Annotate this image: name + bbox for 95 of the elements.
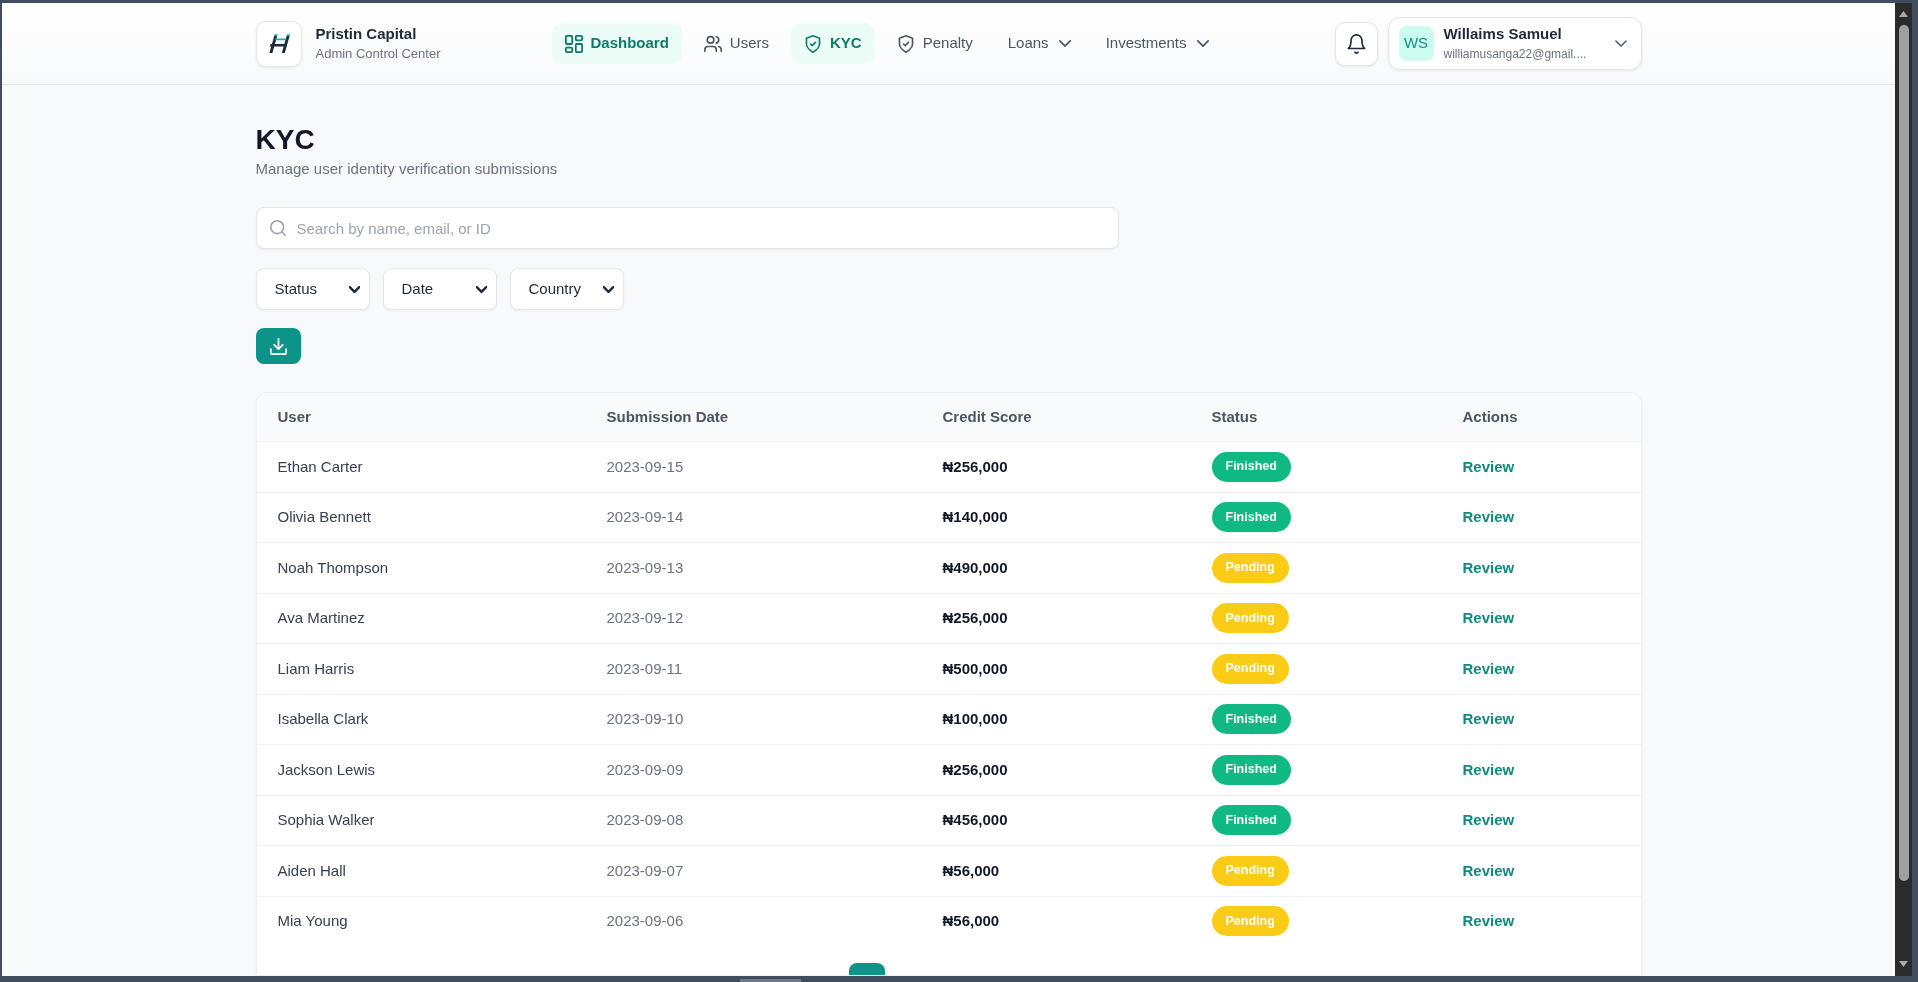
scroll-up-icon[interactable] [1899, 11, 1908, 17]
chevron-down-icon [602, 285, 614, 293]
grid-icon [564, 34, 583, 53]
submission-date: 2023-09-09 [605, 759, 685, 780]
review-link[interactable]: Review [1462, 859, 1515, 882]
brand-name: Pristin Capital [315, 24, 418, 43]
filter-dropdown[interactable]: Date [382, 268, 497, 310]
submission-date: 2023-09-08 [605, 810, 685, 830]
chevron-down-icon [475, 285, 487, 293]
submission-date: 2023-09-12 [605, 608, 685, 628]
review-link[interactable]: Review [1462, 607, 1515, 630]
user-menu[interactable]: WS Willaims Samuel williamusanga22@gmail.... [1387, 17, 1642, 70]
brand-tagline: Admin Control Center [315, 45, 441, 63]
submission-date: 2023-09-13 [605, 557, 685, 578]
user-name: Ava Martinez [276, 608, 366, 628]
filter-dropdown[interactable]: Country [509, 268, 624, 310]
user-name: Noah Thompson [276, 557, 390, 578]
review-link[interactable]: Review [1462, 910, 1515, 933]
chevron-down-icon [1196, 40, 1209, 47]
user-name: Sophia Walker [276, 810, 376, 830]
credit-score: ₦56,000 [941, 911, 1001, 931]
user-name: Liam Harris [276, 658, 356, 679]
status-badge: Pending [1211, 906, 1289, 937]
filter-dropdown[interactable]: Status [255, 268, 370, 310]
submission-date: 2023-09-07 [605, 860, 685, 881]
status-badge: Pending [1211, 653, 1289, 684]
credit-score: ₦456,000 [941, 810, 1009, 830]
user-email: williamusanga22@gmail.... [1443, 46, 1587, 62]
status-badge: Finished [1211, 502, 1291, 533]
chevron-down-icon [1614, 40, 1627, 47]
user-name: Ethan Carter [276, 456, 364, 477]
credit-score: ₦256,000 [941, 456, 1009, 477]
column-header: Status [1210, 406, 1259, 427]
page-title: KYC [255, 123, 316, 157]
user-name: Willaims Samuel [1443, 25, 1563, 43]
shield-check-icon [804, 34, 823, 53]
chevron-down-icon [1058, 40, 1071, 47]
submission-date: 2023-09-10 [605, 709, 685, 729]
review-link[interactable]: Review [1462, 708, 1515, 731]
shield-check-icon [896, 34, 915, 53]
scrollbar-thumb[interactable] [1898, 25, 1909, 881]
nav-link[interactable]: Loans [994, 23, 1084, 64]
chevron-down-icon [348, 285, 360, 293]
download-button[interactable] [255, 328, 301, 364]
notification-button[interactable] [1334, 21, 1378, 66]
status-badge: Finished [1211, 704, 1291, 735]
search-field[interactable]: Search by name, email, or ID [255, 207, 1119, 249]
user-name: Jackson Lewis [276, 759, 377, 780]
scroll-down-icon[interactable] [1899, 961, 1908, 967]
submission-date: 2023-09-06 [605, 911, 685, 931]
credit-score: ₦256,000 [941, 608, 1009, 628]
download-icon [269, 337, 287, 355]
column-header: User [276, 406, 312, 427]
bell-icon [1346, 33, 1366, 54]
review-link[interactable]: Review [1462, 758, 1515, 781]
credit-score: ₦140,000 [941, 507, 1009, 527]
avatar-initials: WS [1398, 26, 1434, 61]
user-name: Isabella Clark [276, 709, 370, 729]
review-link[interactable]: Review [1462, 809, 1515, 832]
review-link[interactable]: Review [1462, 506, 1515, 529]
status-badge: Pending [1211, 855, 1289, 886]
column-header: Actions [1461, 406, 1519, 427]
review-link[interactable]: Review [1462, 657, 1515, 680]
submission-date: 2023-09-15 [605, 456, 685, 477]
status-badge: Finished [1211, 805, 1291, 836]
column-header: Submission Date [605, 406, 730, 427]
status-badge: Finished [1211, 754, 1291, 785]
page-button[interactable] [848, 963, 885, 975]
nav-link[interactable]: Investments [1092, 23, 1222, 64]
user-name: Mia Young [276, 911, 349, 931]
review-link[interactable]: Review [1462, 455, 1515, 478]
frame-highlight [740, 979, 801, 982]
page-subtitle: Manage user identity verification submissions [255, 159, 559, 179]
status-badge: Pending [1211, 552, 1289, 583]
search-icon [269, 220, 286, 236]
nav-link[interactable]: Penalty [883, 23, 986, 64]
credit-score: ₦490,000 [941, 557, 1009, 578]
nav-link[interactable]: Users [690, 23, 783, 64]
logo-icon [255, 20, 302, 67]
scrollbar-track[interactable] [1895, 3, 1912, 976]
submission-date: 2023-09-11 [605, 658, 684, 679]
review-link[interactable]: Review [1462, 556, 1515, 579]
credit-score: ₦256,000 [941, 759, 1009, 780]
credit-score: ₦56,000 [941, 860, 1001, 881]
status-badge: Finished [1211, 451, 1291, 482]
status-badge: Pending [1211, 603, 1289, 634]
column-header: Credit Score [941, 406, 1033, 427]
credit-score: ₦100,000 [941, 709, 1009, 729]
user-name: Olivia Bennett [276, 507, 372, 527]
submission-date: 2023-09-14 [605, 507, 685, 527]
nav-link[interactable]: KYC [791, 23, 875, 64]
users-icon [703, 34, 722, 53]
user-name: Aiden Hall [276, 860, 347, 881]
credit-score: ₦500,000 [941, 658, 1009, 679]
nav-link[interactable]: Dashboard [551, 23, 682, 64]
